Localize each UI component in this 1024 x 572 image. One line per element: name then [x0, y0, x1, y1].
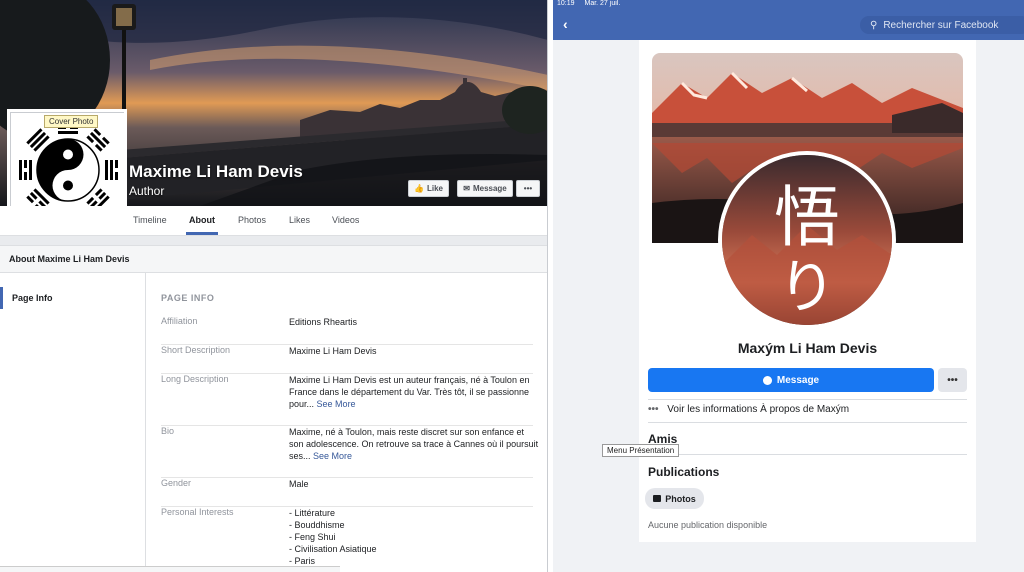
horizontal-scrollbar[interactable] [0, 566, 340, 572]
divider [648, 399, 967, 400]
about-section-header: About Maxime Li Ham Devis [0, 245, 547, 273]
satori-calligraphy-avatar: 悟 り [722, 155, 892, 325]
message-button[interactable]: ✉ Message [457, 180, 513, 197]
more-options-button[interactable]: ••• [516, 180, 540, 197]
info-label: Affiliation [161, 316, 198, 326]
about-info-link[interactable]: ••• Voir les informations À propos de Ma… [648, 404, 849, 415]
tab-about[interactable]: About [189, 215, 215, 225]
divider [648, 454, 967, 455]
info-row-long-description: Long Description Maxime Li Ham Devis est… [161, 374, 533, 426]
publications-section-title: Publications [648, 465, 720, 479]
sidebar-item-page-info[interactable]: Page Info [0, 287, 146, 309]
menu-presentation-tooltip: Menu Présentation [602, 444, 680, 457]
avatar-kanji-ri: り [778, 253, 836, 321]
active-tab-indicator [186, 232, 218, 235]
divider [648, 422, 967, 423]
info-value: Maxime Li Ham Devis est un auteur frança… [289, 375, 530, 409]
info-label: Long Description [161, 374, 229, 384]
tab-videos[interactable]: Videos [332, 215, 359, 225]
page-title[interactable]: Maxime Li Ham Devis [129, 162, 303, 182]
mobile-facebook-view: 10:19 Mar. 27 juil. ‹ ⚲ Rechercher sur F… [553, 0, 1024, 572]
page-info-title: PAGE INFO [161, 293, 215, 303]
messenger-icon [762, 375, 772, 385]
about-section-body: Page Info PAGE INFO Affiliation Editions… [0, 273, 547, 572]
profile-avatar[interactable]: 悟 り [718, 151, 896, 329]
search-input[interactable]: ⚲ Rechercher sur Facebook [860, 16, 1024, 34]
info-value: Maxime, né à Toulon, mais reste discret … [289, 427, 539, 461]
info-label: Personal Interests [161, 507, 234, 517]
back-chevron-icon[interactable]: ‹ [563, 16, 568, 32]
mobile-message-button[interactable]: Message [648, 368, 934, 392]
search-placeholder: Rechercher sur Facebook [883, 19, 999, 31]
info-label: Bio [161, 426, 175, 436]
info-row-gender: Gender Male [161, 478, 533, 507]
tab-timeline[interactable]: Timeline [133, 215, 167, 225]
mobile-more-button[interactable]: ••• [938, 368, 967, 392]
info-label: Short Description [161, 345, 231, 355]
avatar-kanji-satori: 悟 [774, 179, 840, 256]
tab-likes[interactable]: Likes [289, 215, 310, 225]
mobile-top-bar: ‹ ⚲ Rechercher sur Facebook [553, 10, 1024, 40]
see-more-link[interactable]: See More [313, 451, 352, 461]
status-time: 10:19 [557, 0, 575, 7]
info-row-bio: Bio Maxime, né à Toulon, mais reste disc… [161, 426, 538, 478]
see-more-link[interactable]: See More [317, 399, 356, 409]
status-bar: 10:19 Mar. 27 juil. [553, 0, 1024, 10]
info-label: Gender [161, 478, 192, 488]
like-button[interactable]: 👍 Like [408, 180, 449, 197]
info-value: - Littérature - Bouddhisme - Feng Shui -… [289, 508, 377, 566]
info-value: Male [289, 479, 309, 489]
cover-photo-tooltip: Cover Photo [44, 115, 99, 128]
page-tabs: Timeline About Photos Likes Videos [0, 206, 547, 236]
info-row-affiliation: Affiliation Editions Rheartis [161, 316, 533, 345]
search-icon: ⚲ [870, 19, 878, 31]
info-row-short-description: Short Description Maxime Li Ham Devis [161, 345, 533, 374]
tab-photos[interactable]: Photos [238, 215, 266, 225]
photos-filter-button[interactable]: Photos [645, 488, 704, 509]
messenger-icon: ✉ [463, 184, 470, 193]
thumbs-up-icon: 👍 [414, 184, 424, 193]
info-value: Maxime Li Ham Devis [289, 346, 377, 356]
desktop-facebook-page: Cover Photo Maxime Li Ham Devis Author 👍… [0, 0, 548, 572]
photo-icon [653, 495, 662, 502]
more-dots-icon: ••• [648, 404, 659, 415]
info-value: Editions Rheartis [289, 317, 358, 327]
empty-publications-text: Aucune publication disponible [648, 520, 768, 530]
info-row-personal-interests: Personal Interests - Littérature - Boudd… [161, 507, 533, 572]
about-sidebar: Page Info [0, 273, 146, 572]
status-date: Mar. 27 juil. [584, 0, 621, 7]
profile-name: Maxým Li Ham Devis [737, 340, 878, 356]
profile-card: 悟 り Maxým Li Ham Devis Message ••• ••• V… [639, 40, 976, 542]
page-category: Author [129, 184, 165, 198]
